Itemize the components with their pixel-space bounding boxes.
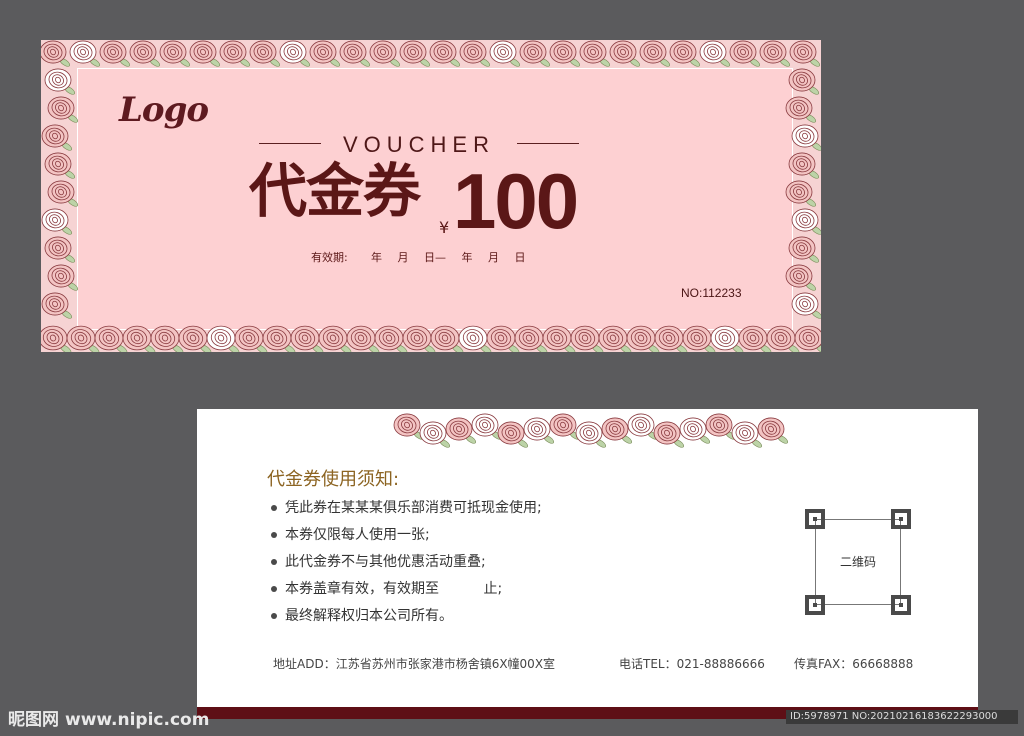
rose-pattern-icon <box>41 40 821 352</box>
telephone: 电话TEL：021-88886666 <box>619 657 765 671</box>
divider-left <box>259 143 321 144</box>
voucher-amount: 100 <box>453 157 579 245</box>
qr-corner <box>891 595 911 615</box>
validity-dates: 年 月 日— 年 月 日 <box>371 251 526 264</box>
rule-item: 最终解释权归本公司所有。 <box>271 603 542 630</box>
rule-item: 此代金券不与其他优惠活动重叠; <box>271 549 542 576</box>
currency-symbol: ¥ <box>439 218 450 237</box>
qr-corner <box>805 509 825 529</box>
rules-list: 凭此券在某某某俱乐部消费可抵现金使用; 本券仅限每人使用一张; 此代金券不与其他… <box>271 495 542 630</box>
divider-right <box>517 143 579 144</box>
bullet-icon <box>271 613 277 619</box>
address: 地址ADD：江苏省苏州市张家港市杨舍镇6X幢00X室 <box>273 657 556 671</box>
bullet-icon <box>271 559 277 565</box>
rules-title: 代金券使用须知: <box>267 469 400 490</box>
qr-corner <box>891 509 911 529</box>
voucher-front: Logo VOUCHER 代金券 ¥ 100 有效期: 年 月 日— 年 月 日… <box>41 40 821 352</box>
bullet-icon <box>271 532 277 538</box>
rule-item: 凭此券在某某某俱乐部消费可抵现金使用; <box>271 495 542 522</box>
voucher-heading: VOUCHER <box>259 132 579 157</box>
voucher-back: 代金券使用须知: 凭此券在某某某俱乐部消费可抵现金使用; 本券仅限每人使用一张;… <box>197 409 978 719</box>
watermark-id: ID:5978971 NO:20210216183622293000 <box>786 710 1018 724</box>
qr-corner <box>805 595 825 615</box>
validity-label: 有效期: <box>311 251 348 264</box>
logo: Logo <box>119 90 209 130</box>
rule-item: 本券仅限每人使用一张; <box>271 522 542 549</box>
bullet-icon <box>271 586 277 592</box>
bullet-icon <box>271 505 277 511</box>
voucher-word: VOUCHER <box>342 132 495 157</box>
qr-code-icon: 二维码 <box>805 509 911 615</box>
voucher-title: 代金券 <box>249 157 421 225</box>
qr-label: 二维码 <box>839 555 876 569</box>
rose-pattern-icon <box>393 413 789 448</box>
rule-item: 本券盖章有效，有效期至 止; <box>271 576 542 603</box>
fax: 传真FAX：66668888 <box>794 657 914 671</box>
watermark-brand: 昵图网 www.nipic.com <box>8 710 210 730</box>
serial-number: NO:112233 <box>681 286 742 300</box>
